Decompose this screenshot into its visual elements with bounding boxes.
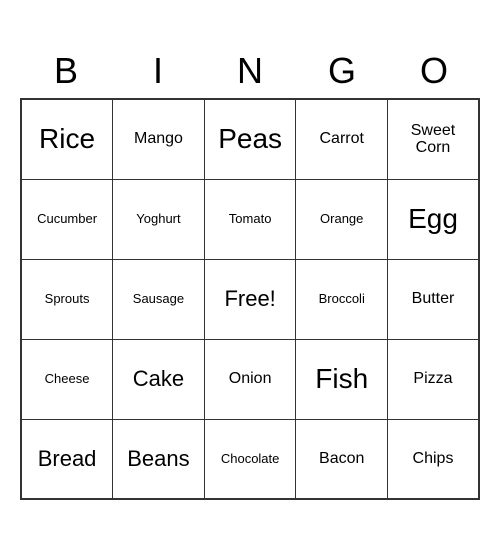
bingo-cell[interactable]: Fish	[296, 339, 388, 419]
bingo-cell[interactable]: Pizza	[387, 339, 479, 419]
bingo-cell[interactable]: Bread	[21, 419, 113, 499]
bingo-cell[interactable]: Rice	[21, 99, 113, 179]
bingo-cell[interactable]: Chips	[387, 419, 479, 499]
bingo-cell[interactable]: Cucumber	[21, 179, 113, 259]
bingo-cell[interactable]: Yoghurt	[113, 179, 205, 259]
bingo-header: BINGO	[20, 44, 480, 98]
bingo-cell[interactable]: Cake	[113, 339, 205, 419]
bingo-cell[interactable]: Orange	[296, 179, 388, 259]
bingo-cell[interactable]: Chocolate	[204, 419, 296, 499]
header-letter: N	[204, 44, 296, 98]
header-letter: G	[296, 44, 388, 98]
header-letter: B	[20, 44, 112, 98]
bingo-cell[interactable]: Bacon	[296, 419, 388, 499]
bingo-cell[interactable]: SweetCorn	[387, 99, 479, 179]
bingo-cell[interactable]: Broccoli	[296, 259, 388, 339]
bingo-cell[interactable]: Peas	[204, 99, 296, 179]
header-letter: I	[112, 44, 204, 98]
header-letter: O	[388, 44, 480, 98]
bingo-cell[interactable]: Sausage	[113, 259, 205, 339]
bingo-card-container: BINGO RiceMangoPeasCarrotSweetCorn Cucumb…	[20, 44, 480, 500]
bingo-cell[interactable]: Carrot	[296, 99, 388, 179]
bingo-cell[interactable]: Onion	[204, 339, 296, 419]
bingo-cell[interactable]: Mango	[113, 99, 205, 179]
bingo-cell[interactable]: Sprouts	[21, 259, 113, 339]
bingo-cell[interactable]: Egg	[387, 179, 479, 259]
bingo-cell[interactable]: Cheese	[21, 339, 113, 419]
bingo-cell[interactable]: Free!	[204, 259, 296, 339]
bingo-cell[interactable]: Beans	[113, 419, 205, 499]
bingo-grid: RiceMangoPeasCarrotSweetCorn CucumberYogh…	[20, 98, 480, 500]
bingo-cell[interactable]: Tomato	[204, 179, 296, 259]
bingo-cell[interactable]: Butter	[387, 259, 479, 339]
